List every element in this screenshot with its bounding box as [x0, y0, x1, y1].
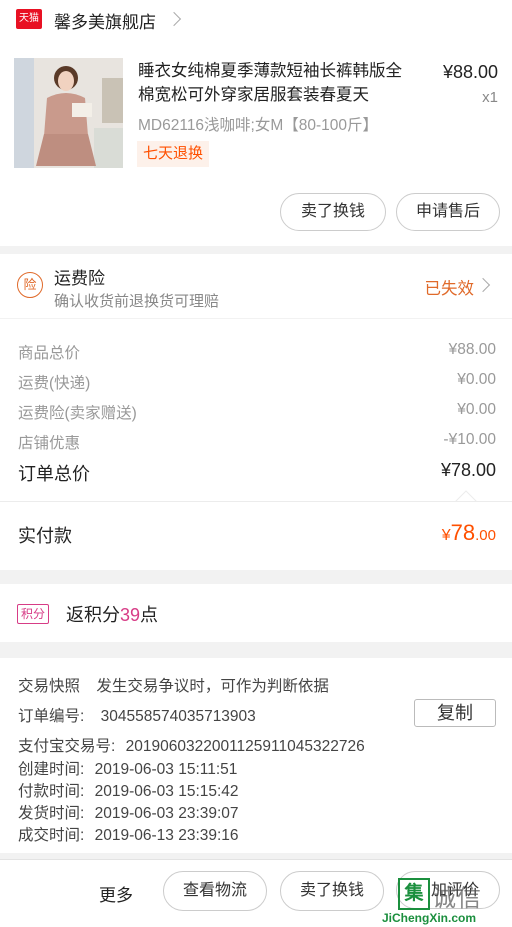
order-number-value: 304558574035713903	[100, 708, 256, 725]
order-total-label: 订单总价	[18, 464, 90, 484]
time-row: 发货时间: 2019-06-03 23:39:07	[18, 801, 239, 823]
watermark-url: JiChengXin.com	[382, 911, 477, 925]
product-thumbnail[interactable]	[14, 58, 123, 168]
return-policy-tag: 七天退换	[137, 141, 210, 167]
price-row-label: 商品总价	[18, 345, 81, 362]
insurance-title: 运费险	[54, 269, 105, 288]
alipay-number-row: 支付宝交易号: 2019060322001125911045322726	[18, 734, 365, 756]
paid-decimal: .00	[475, 527, 496, 544]
time-label: 创建时间:	[18, 761, 85, 778]
points-suffix: 点	[140, 605, 159, 625]
shop-name[interactable]: 馨多美旗舰店	[54, 8, 156, 33]
order-number-label: 订单编号:	[18, 708, 85, 725]
time-label: 发货时间:	[18, 805, 85, 822]
shipping-insurance-row[interactable]: 险 运费险 确认收货前退换货可理赔 已失效	[0, 254, 512, 318]
price-row-value: ¥0.00	[457, 401, 496, 418]
time-value: 2019-06-03 23:39:07	[94, 805, 239, 822]
actual-paid-value: ¥78.00	[442, 520, 496, 546]
points-number: 39	[120, 605, 141, 625]
order-total-value: ¥78.00	[440, 460, 496, 480]
price-row-label: 运费(快递)	[18, 375, 91, 392]
points-row: 积分 返积分39点	[0, 584, 512, 642]
chevron-right-icon	[166, 11, 182, 27]
price-row: 运费(快递) ¥0.00	[18, 371, 496, 393]
price-row-value: ¥0.00	[457, 371, 496, 388]
watermark-logo-icon: 集	[398, 878, 430, 910]
price-breakdown: 商品总价 ¥88.00 运费(快递) ¥0.00 运费险(卖家赠送) ¥0.00…	[0, 319, 512, 502]
trade-snapshot-row[interactable]: 交易快照 发生交易争议时，可作为判断依据	[18, 674, 329, 696]
alipay-number-label: 支付宝交易号:	[18, 738, 116, 755]
time-row: 成交时间: 2019-06-13 23:39:16	[18, 823, 239, 845]
copy-button[interactable]: 复制	[414, 699, 496, 727]
shop-header[interactable]: 天猫 馨多美旗舰店	[0, 0, 512, 42]
time-label: 成交时间:	[18, 827, 85, 844]
actual-paid-row: 实付款 ¥78.00	[0, 501, 512, 570]
currency-symbol: ¥	[441, 527, 451, 544]
product-price: ¥88.00	[442, 62, 498, 82]
price-row: 商品总价 ¥88.00	[18, 341, 496, 363]
sell-button[interactable]: 卖了换钱	[280, 193, 386, 231]
price-row-label: 运费险(卖家赠送)	[18, 405, 137, 422]
order-info: 交易快照 发生交易争议时，可作为判断依据 订单编号: 3045585740357…	[0, 658, 512, 853]
price-row-label: 店铺优惠	[18, 435, 81, 452]
product-quantity: x1	[482, 89, 498, 106]
price-row: 店铺优惠 -¥10.00	[18, 431, 496, 453]
view-logistics-button[interactable]: 查看物流	[163, 871, 267, 911]
order-number-row: 订单编号: 304558574035713903	[18, 704, 256, 726]
time-label: 付款时间:	[18, 783, 85, 800]
time-value: 2019-06-13 23:39:16	[94, 827, 239, 844]
time-row: 付款时间: 2019-06-03 15:15:42	[18, 779, 239, 801]
tmall-badge-icon: 天猫	[16, 9, 42, 29]
after-sale-button[interactable]: 申请售后	[396, 193, 500, 231]
alipay-number-value: 2019060322001125911045322726	[125, 738, 365, 755]
paid-integer: 78	[450, 520, 476, 545]
order-total-row: 订单总价 ¥78.00	[18, 460, 496, 486]
time-row: 创建时间: 2019-06-03 15:11:51	[18, 757, 237, 779]
insurance-subtitle: 确认收货前退换货可理赔	[54, 293, 220, 310]
watermark: 集 诚信 JiChengXin.com	[382, 876, 506, 926]
insurance-status: 已失效	[424, 280, 475, 298]
price-row-value: ¥88.00	[448, 341, 496, 358]
points-text: 返积分39点	[66, 601, 158, 627]
more-button[interactable]: 更多	[99, 881, 133, 906]
time-value: 2019-06-03 15:11:51	[94, 761, 238, 778]
trade-snapshot-label: 交易快照	[18, 678, 81, 695]
chevron-right-icon	[475, 277, 491, 293]
watermark-text: 诚信	[432, 885, 482, 912]
trade-snapshot-text: 发生交易争议时，可作为判断依据	[96, 678, 329, 695]
product-card: 睡衣女纯棉夏季薄款短袖长裤韩版全棉宽松可外穿家居服套装春夏天 ¥88.00 x1…	[0, 42, 512, 246]
price-row: 运费险(卖家赠送) ¥0.00	[18, 401, 496, 423]
bottom-action-bar: 更多 查看物流 卖了换钱 加评价 集 诚信 JiChengXin.com	[0, 859, 512, 927]
product-sku: MD62116浅咖啡;女M【80-100斤】	[138, 117, 379, 134]
product-title[interactable]: 睡衣女纯棉夏季薄款短袖长裤韩版全棉宽松可外穿家居服套装春夏天	[138, 59, 418, 107]
actual-paid-label: 实付款	[18, 526, 72, 546]
points-tag: 积分	[17, 604, 50, 624]
points-prefix: 返积分	[66, 605, 120, 625]
time-value: 2019-06-03 15:15:42	[94, 783, 239, 800]
price-row-value: -¥10.00	[443, 431, 496, 448]
insurance-icon: 险	[17, 272, 43, 298]
sell-button[interactable]: 卖了换钱	[280, 871, 384, 911]
